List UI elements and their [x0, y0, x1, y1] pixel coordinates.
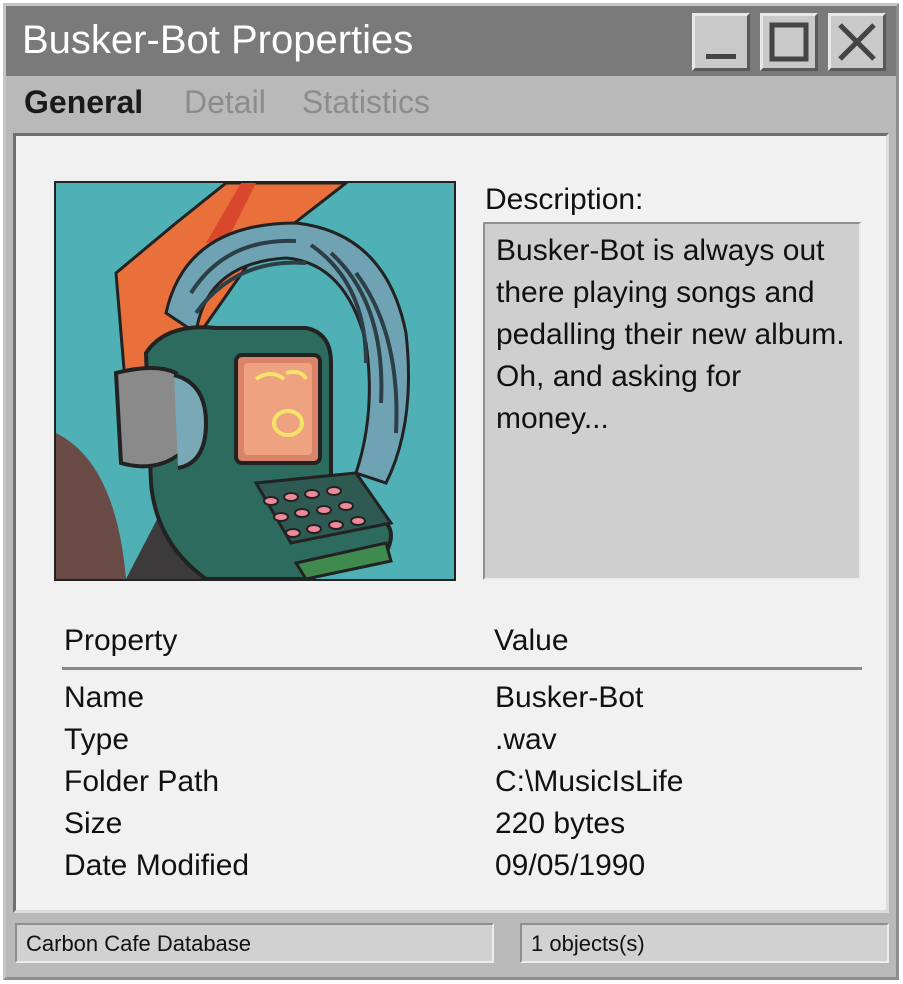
maximize-button[interactable] [760, 13, 818, 71]
tab-general[interactable]: General [24, 84, 143, 121]
robot-illustration [56, 183, 454, 579]
status-database: Carbon Cafe Database [15, 923, 494, 963]
property-value: 220 bytes [495, 807, 626, 840]
minimize-icon [706, 54, 736, 59]
property-name: Size [64, 807, 123, 840]
maximize-icon [769, 22, 809, 62]
description-field[interactable]: Busker-Bot is always out there playing s… [483, 222, 861, 580]
tab-statistics[interactable]: Statistics [302, 84, 430, 121]
table-row: Type .wav [64, 723, 864, 765]
window-title: Busker-Bot Properties [22, 18, 414, 62]
title-bar[interactable]: Busker-Bot Properties [6, 6, 896, 76]
general-panel: Description: Busker-Bot is always out th… [13, 133, 889, 913]
property-value: .wav [495, 723, 557, 756]
minimize-button[interactable] [692, 13, 750, 71]
table-row: Folder Path C:\MusicIsLife [64, 765, 864, 807]
property-name: Name [64, 681, 145, 714]
column-header-value[interactable]: Value [494, 624, 569, 658]
table-row: Date Modified 09/05/1990 [64, 849, 864, 891]
property-value: C:\MusicIsLife [495, 765, 684, 798]
property-table: Name Busker-Bot Type .wav Folder Path C:… [64, 681, 864, 891]
description-label: Description: [485, 183, 644, 216]
close-icon [838, 23, 876, 61]
busker-bot-portrait [54, 181, 456, 581]
column-header-property[interactable]: Property [64, 624, 177, 658]
property-value: 09/05/1990 [495, 849, 646, 882]
table-row: Name Busker-Bot [64, 681, 864, 723]
property-name: Folder Path [64, 765, 220, 798]
properties-window: Busker-Bot Properties General Detail Sta… [3, 3, 899, 980]
property-table-header: Property Value [62, 622, 862, 670]
property-value: Busker-Bot [495, 681, 644, 714]
tab-detail[interactable]: Detail [184, 84, 266, 121]
property-name: Type [64, 723, 130, 756]
property-name: Date Modified [64, 849, 250, 882]
status-object-count: 1 objects(s) [520, 923, 889, 963]
table-row: Size 220 bytes [64, 807, 864, 849]
close-button[interactable] [828, 13, 886, 71]
